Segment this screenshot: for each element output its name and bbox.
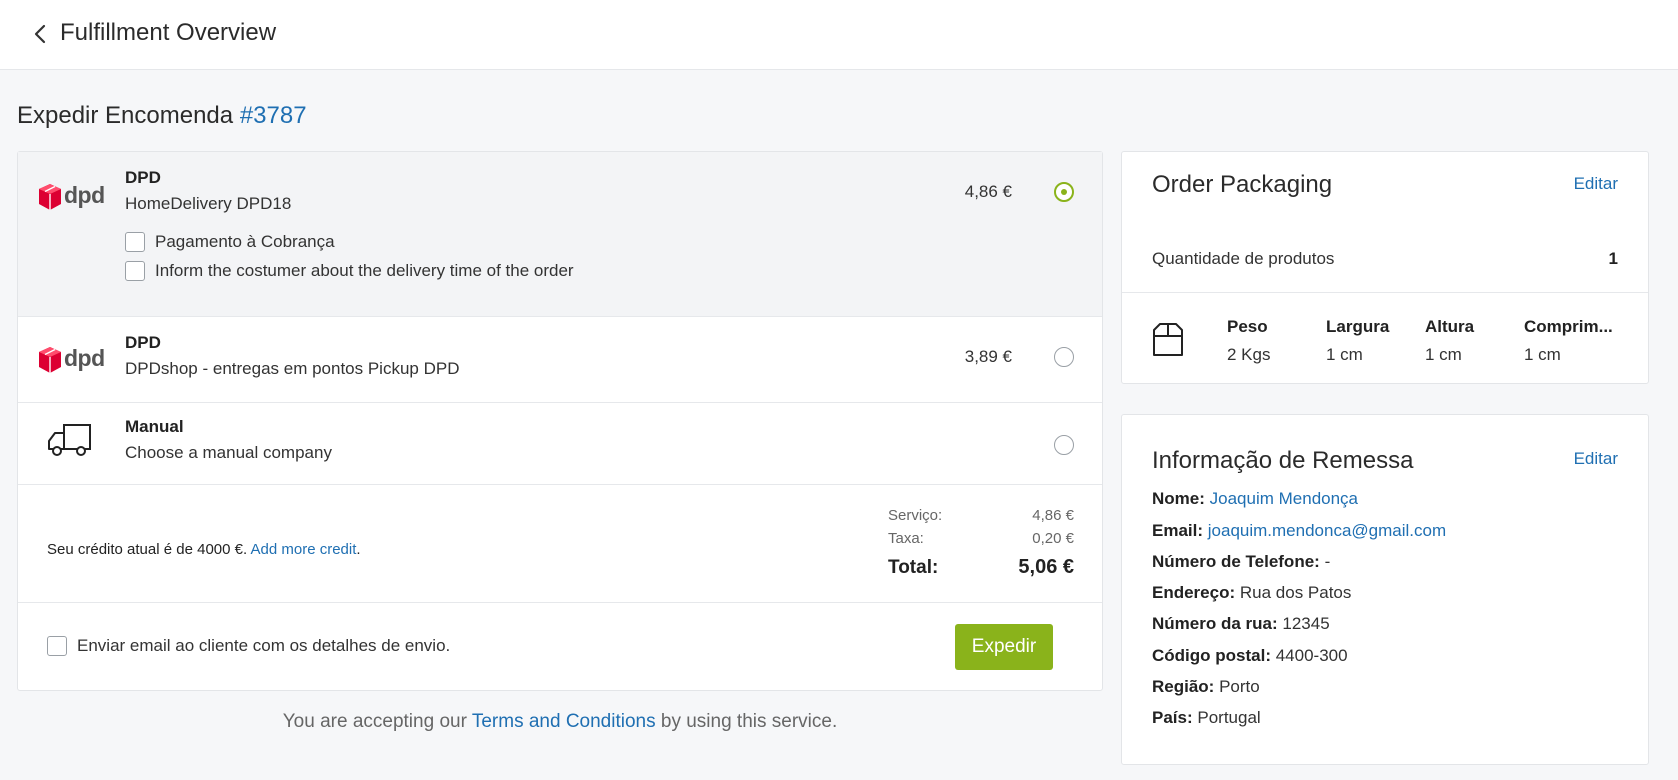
credit-text: Seu crédito atual é de 4000 €. [47, 541, 248, 558]
dimension-length: Comprim... 1 cm [1524, 317, 1613, 365]
truck-icon [46, 421, 94, 464]
tax-value: 0,20 € [1032, 530, 1074, 547]
dimension-label: Comprim... [1524, 317, 1613, 336]
info-label: País: [1152, 708, 1193, 727]
info-label: Endereço: [1152, 583, 1236, 602]
dimension-value: 2 Kgs [1227, 345, 1271, 364]
page-title-text: Expedir Encomenda [17, 102, 234, 129]
option-checkbox[interactable] [125, 232, 145, 252]
credit-info: Seu crédito atual é de 4000 €. Add more … [47, 541, 361, 558]
chevron-left-icon [34, 24, 46, 44]
shipment-info-card: Informação de Remessa Editar Nome: Joaqu… [1121, 414, 1649, 765]
credit-suffix: . [356, 541, 361, 558]
option-label: Inform the costumer about the delivery t… [155, 261, 574, 280]
info-label: Email: [1152, 521, 1204, 540]
email-customer-option[interactable]: Enviar email ao cliente com os detalhes … [47, 636, 450, 656]
info-phone: Número de Telefone: - [1152, 552, 1330, 572]
carrier-name: DPD [125, 168, 161, 187]
info-email: Email: joaquim.mendonca@gmail.com [1152, 521, 1446, 541]
carrier-price: 3,89 € [964, 347, 1012, 366]
service-label: Serviço: [888, 507, 943, 524]
email-customer-checkbox[interactable] [47, 636, 67, 656]
add-credit-link[interactable]: Add more credit [251, 541, 357, 558]
dimension-label: Largura [1326, 317, 1390, 336]
shipment-edit-link[interactable]: Editar [1574, 449, 1618, 469]
packaging-edit-link[interactable]: Editar [1574, 174, 1618, 194]
divider [1122, 292, 1648, 293]
quantity-value: 1 [1608, 249, 1618, 268]
info-label: Código postal: [1152, 646, 1271, 665]
dimension-label: Peso [1227, 317, 1268, 336]
info-name: Nome: Joaquim Mendonça [1152, 489, 1358, 509]
info-label: Nome: [1152, 489, 1205, 508]
quantity-label: Quantidade de produtos [1152, 249, 1335, 268]
carrier-service: DPDshop - entregas em pontos Pickup DPD [125, 359, 460, 378]
shipment-title: Informação de Remessa [1152, 447, 1414, 474]
carrier-service: HomeDelivery DPD18 [125, 194, 292, 213]
carrier-service: Choose a manual company [125, 443, 332, 462]
terms-suffix: by using this service. [660, 711, 838, 732]
carrier-radio-selected[interactable] [1054, 182, 1074, 202]
carrier-name: Manual [125, 417, 184, 436]
info-label: Número da rua: [1152, 614, 1278, 633]
option-checkbox[interactable] [125, 261, 145, 281]
terms-prefix: You are accepting our [282, 711, 467, 732]
carrier-price: 4,86 € [964, 182, 1012, 201]
info-region: Região: Porto [1152, 677, 1260, 697]
dpd-logo-text: dpd [64, 182, 105, 208]
info-label: Número de Telefone: [1152, 552, 1320, 571]
total-value: 5,06 € [1018, 556, 1074, 578]
dpd-logo-text: dpd [64, 345, 105, 371]
total-label: Total: [888, 557, 939, 578]
carrier-selection-card: dpd DPD HomeDelivery DPD18 4,86 € Pagame… [17, 151, 1103, 691]
info-value: Portugal [1197, 708, 1261, 727]
terms-notice: You are accepting our Terms and Conditio… [17, 711, 1103, 733]
info-address: Endereço: Rua dos Patos [1152, 583, 1351, 603]
top-bar: Fulfillment Overview [0, 0, 1678, 70]
carrier-radio[interactable] [1054, 347, 1074, 367]
option-inform-delivery-time[interactable]: Inform the costumer about the delivery t… [125, 261, 574, 281]
ship-actions: Enviar email ao cliente com os detalhes … [18, 603, 1102, 691]
dimension-value: 1 cm [1425, 345, 1462, 364]
info-country: País: Portugal [1152, 708, 1261, 728]
dimension-value: 1 cm [1524, 345, 1561, 364]
info-value: Rua dos Patos [1239, 583, 1352, 602]
order-number-link[interactable]: #3787 [240, 102, 307, 129]
info-value: 4400-300 [1275, 646, 1348, 665]
info-value: 12345 [1282, 614, 1330, 633]
ship-button[interactable]: Expedir [955, 624, 1053, 670]
info-value: Porto [1219, 677, 1260, 696]
customer-name-link[interactable]: Joaquim Mendonça [1210, 489, 1358, 508]
info-label: Região: [1152, 677, 1215, 696]
dimension-height: Altura 1 cm [1425, 317, 1474, 365]
packaging-title: Order Packaging [1152, 171, 1333, 198]
carrier-name: DPD [125, 333, 161, 352]
info-postal-code: Código postal: 4400-300 [1152, 646, 1348, 666]
option-label: Pagamento à Cobrança [155, 232, 335, 251]
box-icon [1150, 322, 1186, 363]
tax-label: Taxa: [888, 530, 924, 547]
service-value: 4,86 € [1032, 507, 1074, 524]
option-cash-on-delivery[interactable]: Pagamento à Cobrança [125, 232, 335, 252]
carrier-option-dpd-homedelivery[interactable]: dpd DPD HomeDelivery DPD18 4,86 € Pagame… [18, 152, 1102, 317]
terms-link[interactable]: Terms and Conditions [472, 711, 656, 732]
carrier-option-manual[interactable]: Manual Choose a manual company [18, 403, 1102, 485]
dimension-value: 1 cm [1326, 345, 1363, 364]
page-header-title: Fulfillment Overview [60, 19, 277, 46]
info-street-number: Número da rua: 12345 [1152, 614, 1330, 634]
carrier-option-dpd-pickup[interactable]: dpd DPD DPDshop - entregas em pontos Pic… [18, 317, 1102, 403]
email-customer-label: Enviar email ao cliente com os detalhes … [77, 636, 451, 655]
carrier-radio[interactable] [1054, 435, 1074, 455]
dimension-label: Altura [1425, 317, 1475, 336]
back-button[interactable] [30, 21, 50, 47]
order-packaging-card: Order Packaging Editar Quantidade de pro… [1121, 151, 1649, 384]
page-title: Expedir Encomenda #3787 [17, 102, 307, 130]
customer-email-link[interactable]: joaquim.mendonca@gmail.com [1208, 521, 1446, 540]
info-value: - [1324, 552, 1331, 571]
dimension-width: Largura 1 cm [1326, 317, 1389, 365]
dimension-weight: Peso 2 Kgs [1227, 317, 1270, 365]
cost-summary: Seu crédito atual é de 4000 €. Add more … [18, 485, 1102, 603]
